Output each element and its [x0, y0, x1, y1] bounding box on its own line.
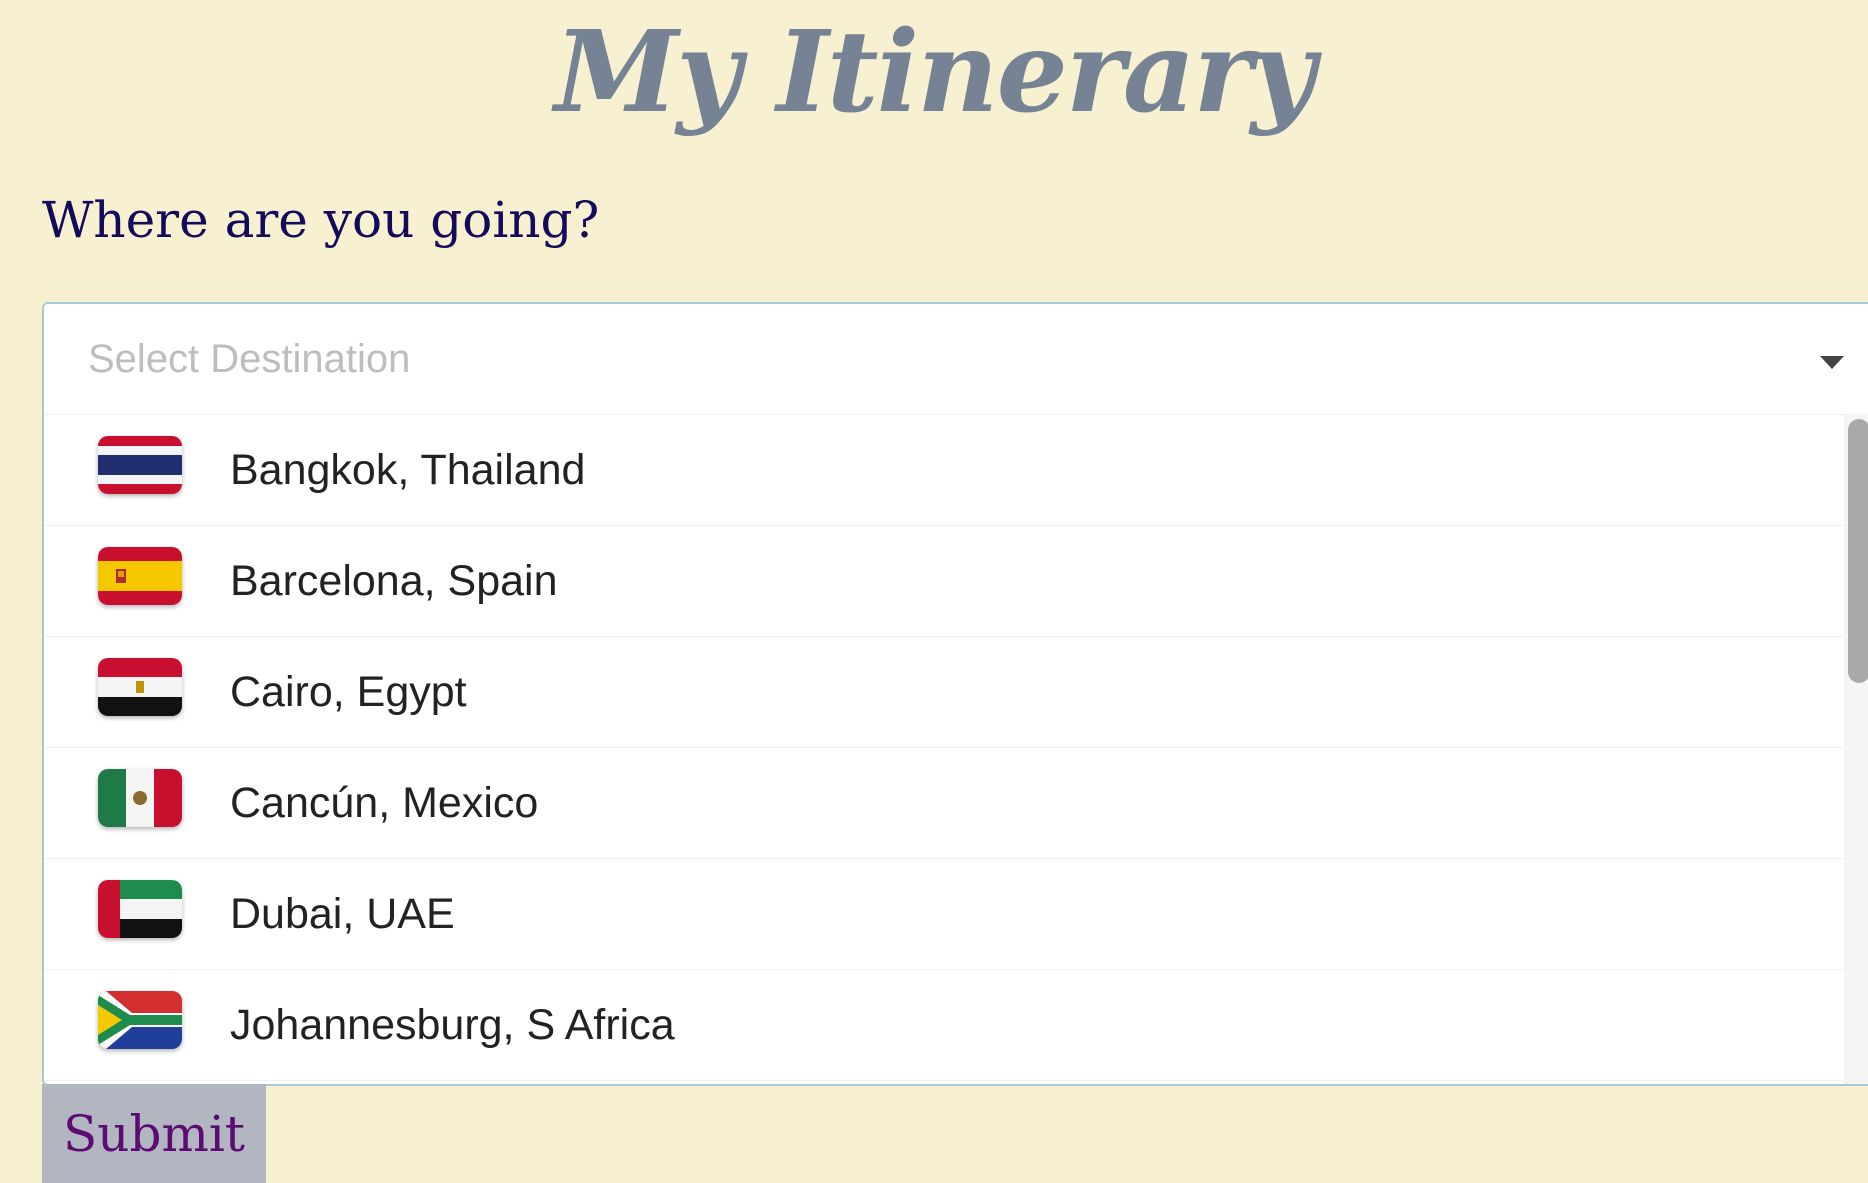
option-label: Barcelona, Spain	[230, 557, 558, 605]
chevron-down-icon[interactable]	[1820, 356, 1844, 369]
scrollbar-thumb[interactable]	[1848, 419, 1868, 683]
dropdown-option-barcelona[interactable]: Barcelona, Spain	[44, 526, 1844, 637]
destination-placeholder: Select Destination	[88, 337, 411, 381]
destination-select-control[interactable]: Select Destination	[44, 304, 1868, 415]
submit-button[interactable]: Submit	[42, 1084, 266, 1183]
option-label: Cancún, Mexico	[230, 779, 539, 827]
dropdown-scrollbar[interactable]	[1844, 415, 1868, 1084]
destination-dropdown[interactable]: Select Destination Bangkok, Thailand Bar…	[42, 302, 1868, 1086]
destination-question: Where are you going?	[42, 191, 600, 249]
dropdown-option-cairo[interactable]: Cairo, Egypt	[44, 637, 1844, 748]
dropdown-option-dubai[interactable]: Dubai, UAE	[44, 859, 1844, 970]
page-title: My Itinerary	[554, 7, 1315, 138]
mexico-flag-icon	[98, 769, 182, 827]
dropdown-option-bangkok[interactable]: Bangkok, Thailand	[44, 415, 1844, 526]
egypt-flag-icon	[98, 658, 182, 716]
option-label: Dubai, UAE	[230, 890, 455, 938]
option-label: Johannesburg, S Africa	[230, 1001, 675, 1049]
thailand-flag-icon	[98, 436, 182, 494]
uae-flag-icon	[98, 880, 182, 938]
dropdown-option-johannesburg[interactable]: Johannesburg, S Africa	[44, 970, 1844, 1081]
option-label: Bangkok, Thailand	[230, 446, 586, 494]
spain-flag-icon	[98, 547, 182, 605]
south-africa-flag-icon	[98, 991, 182, 1049]
dropdown-option-cancun[interactable]: Cancún, Mexico	[44, 748, 1844, 859]
destination-options-list: Bangkok, Thailand Barcelona, Spain Cairo…	[44, 415, 1844, 1084]
option-label: Cairo, Egypt	[230, 668, 467, 716]
